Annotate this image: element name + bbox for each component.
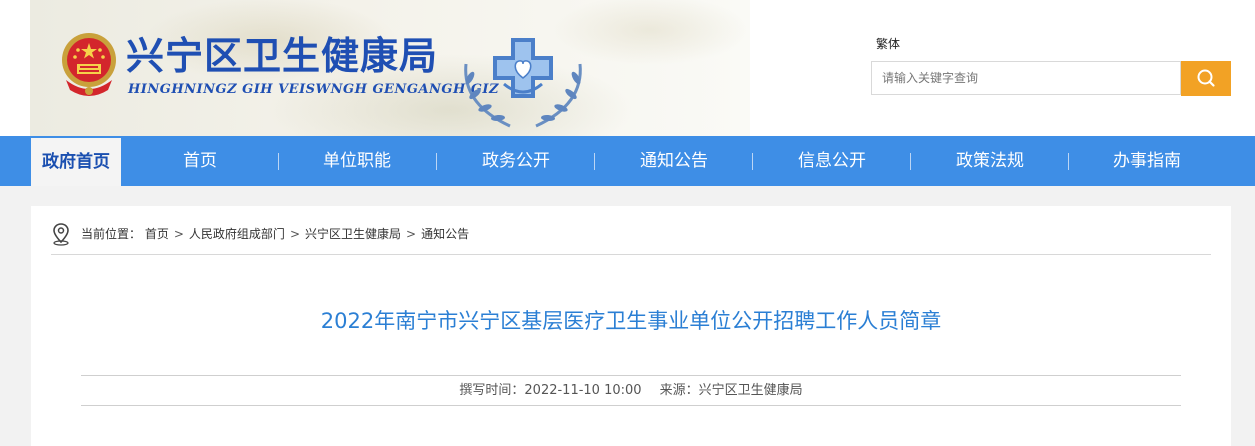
site-header: 兴宁区卫生健康局 HINGHNINGZ GIH VEISWNGH GENGANG…: [0, 0, 1255, 136]
publish-date-label: 撰写时间：: [459, 383, 525, 398]
breadcrumb-item[interactable]: 兴宁区卫生健康局: [305, 227, 401, 241]
traditional-chinese-link[interactable]: 繁体: [876, 35, 900, 52]
breadcrumb-item[interactable]: 首页: [145, 227, 169, 241]
nav-item-information[interactable]: 信息公开: [790, 136, 874, 186]
breadcrumb-prefix: 当前位置：: [81, 227, 142, 241]
nav-divider: [278, 153, 279, 170]
search-icon: [1197, 69, 1215, 87]
site-title: 兴宁区卫生健康局: [126, 33, 439, 78]
search-input[interactable]: [871, 61, 1181, 95]
meta-divider-bottom: [81, 405, 1181, 406]
article-panel: 当前位置： 首页 > 人民政府组成部门 > 兴宁区卫生健康局 > 通知公告 2022年南宁市…: [31, 206, 1231, 446]
main-nav: 政府首页 首页 单位职能 政务公开 通知公告 信息公开 政策法规 办事指南: [0, 136, 1255, 186]
nav-item-service-guide[interactable]: 办事指南: [1105, 136, 1189, 186]
nav-item-government-affairs[interactable]: 政务公开: [474, 136, 558, 186]
nav-divider: [436, 153, 437, 170]
publish-date: 2022-11-10 10:00: [524, 383, 642, 398]
site-subtitle: HINGHNINGZ GIH VEISWNGH GENGANGH GIZ: [128, 82, 499, 97]
header-banner-background: 兴宁区卫生健康局 HINGHNINGZ GIH VEISWNGH GENGANG…: [30, 0, 750, 136]
breadcrumb-separator: >: [289, 227, 300, 241]
source-name: 兴宁区卫生健康局: [698, 383, 803, 398]
nav-government-home[interactable]: 政府首页: [31, 138, 121, 186]
breadcrumb-item[interactable]: 人民政府组成部门: [189, 227, 285, 241]
breadcrumb-item[interactable]: 通知公告: [421, 227, 469, 241]
article-meta: 撰写时间：2022-11-10 10:00 来源：兴宁区卫生健康局: [31, 381, 1231, 401]
nav-divider: [1068, 153, 1069, 170]
breadcrumb-separator: >: [173, 227, 184, 241]
national-emblem-icon: [62, 33, 116, 96]
nav-item-unit-functions[interactable]: 单位职能: [316, 136, 398, 186]
nav-item-notices[interactable]: 通知公告: [632, 136, 716, 186]
breadcrumb-separator: >: [406, 227, 417, 241]
breadcrumb-divider: [51, 254, 1211, 255]
nav-divider: [910, 153, 911, 170]
health-cross-logo-icon: [464, 38, 582, 128]
nav-item-home[interactable]: 首页: [159, 136, 241, 186]
nav-divider: [594, 153, 595, 170]
search-button[interactable]: [1181, 61, 1231, 96]
article-title: 2022年南宁市兴宁区基层医疗卫生事业单位公开招聘工作人员简章: [320, 309, 942, 333]
source-label: 来源：: [659, 383, 699, 398]
nav-item-policies[interactable]: 政策法规: [948, 136, 1032, 186]
location-pin-icon: [53, 223, 69, 246]
meta-divider-top: [81, 375, 1181, 376]
nav-divider: [752, 153, 753, 170]
